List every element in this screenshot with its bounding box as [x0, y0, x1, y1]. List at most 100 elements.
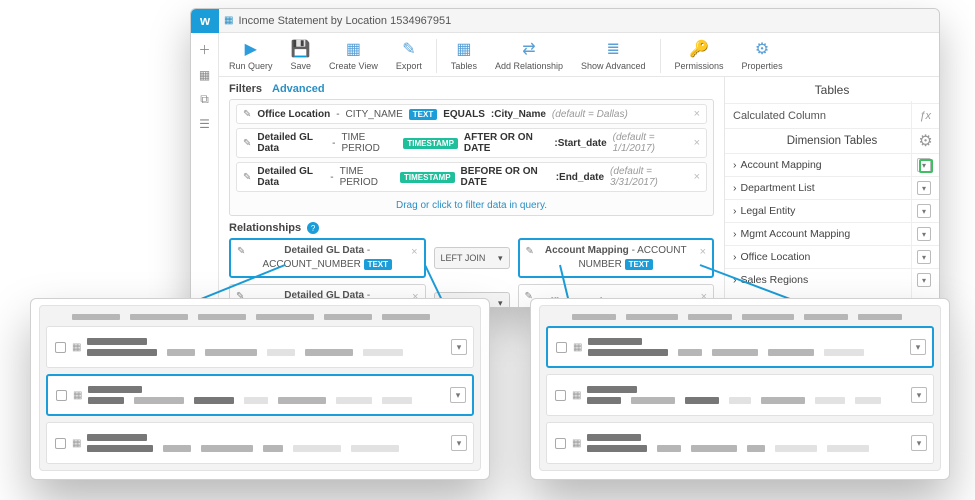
main-area: Filters Advanced ✎ Office Location-CITY_… [219, 77, 939, 307]
show-advanced-button[interactable]: ≣Show Advanced [575, 37, 652, 73]
list-icon[interactable]: ☰ [199, 117, 210, 131]
chevron-down-icon[interactable]: ▾ [911, 387, 927, 403]
table-item[interactable]: ›Sales Regions▾ [725, 268, 939, 291]
advanced-icon: ≣ [607, 39, 620, 59]
chevron-down-icon[interactable]: ▾ [910, 339, 926, 355]
relationship-right-card[interactable]: ✎ Account Mapping - ACCOUNT NUMBER TEXT … [518, 238, 715, 278]
datasource-icon: ▦ [224, 15, 233, 26]
edit-icon[interactable]: ✎ [237, 246, 245, 257]
table-item[interactable]: ›Legal Entity▾ [725, 199, 939, 222]
relationships-header: Relationships ? [229, 222, 714, 234]
filter-row[interactable]: ✎ Office Location-CITY_NAME TEXT EQUALS … [236, 104, 707, 124]
advanced-link[interactable]: Advanced [272, 83, 325, 95]
preview-panel-left: ▦ ▾ ▦ [30, 298, 490, 480]
checkbox[interactable] [556, 342, 567, 353]
table-icon: ▦ [573, 342, 582, 353]
table-icon: ▦ [572, 438, 581, 449]
play-icon: ▶ [245, 39, 257, 59]
edit-icon[interactable]: ✎ [243, 138, 251, 149]
brand-logo: w [191, 9, 219, 33]
calculated-column-button[interactable]: Calculated Column ƒx [725, 104, 939, 129]
window-title: Income Statement by Location 1534967951 [238, 15, 451, 27]
tables-icon: ▦ [456, 39, 471, 59]
filters-label: Filters [229, 83, 262, 95]
edit-icon[interactable]: ✎ [526, 246, 534, 257]
export-button[interactable]: ✎Export [390, 37, 428, 73]
filter-row[interactable]: ✎ Detailed GL Data-TIME PERIOD TIMESTAMP… [236, 162, 707, 192]
chevron-down-icon[interactable]: ▾ [451, 339, 467, 355]
gear-icon: ⚙ [755, 39, 769, 59]
edit-icon[interactable]: ✎ [243, 109, 251, 120]
table-item[interactable]: ›Account Mapping▾ [725, 153, 939, 176]
permissions-button[interactable]: 🔑Permissions [669, 37, 730, 73]
table-icon: ▦ [572, 390, 581, 401]
relationship-icon: ⇄ [522, 39, 535, 59]
save-icon: 💾 [291, 39, 311, 59]
add-icon[interactable]: ＋ [198, 41, 210, 58]
preview-header-row [46, 312, 474, 326]
table-item[interactable]: ›Department List▾ [725, 176, 939, 199]
center-pane: Filters Advanced ✎ Office Location-CITY_… [219, 77, 724, 307]
save-button[interactable]: 💾Save [285, 37, 318, 73]
tables-button[interactable]: ▦Tables [445, 37, 483, 73]
create-view-button[interactable]: ▦Create View [323, 37, 384, 73]
edit-icon[interactable]: ✎ [243, 172, 251, 183]
table-item[interactable]: ›Mgmt Account Mapping▾ [725, 222, 939, 245]
preview-row[interactable]: ▦ ▾ [546, 326, 934, 368]
properties-button[interactable]: ⚙Properties [736, 37, 789, 73]
table-icon: ▦ [72, 342, 81, 353]
preview-row[interactable]: ▦ ▾ [546, 422, 934, 464]
preview-row[interactable]: ▦ ▾ [46, 326, 474, 368]
help-icon[interactable]: ? [307, 222, 319, 234]
checkbox[interactable] [55, 342, 66, 353]
chevron-down-icon[interactable]: ▾ [911, 435, 927, 451]
copy-icon[interactable]: ⧉ [200, 92, 209, 107]
preview-panel-right: ▦ ▾ ▦ [530, 298, 950, 480]
type-pill: TEXT [409, 109, 437, 120]
chevron-down-icon[interactable]: ▾ [450, 387, 466, 403]
join-type-dropdown[interactable]: LEFT JOIN▾ [434, 247, 510, 269]
filter-row[interactable]: ✎ Detailed GL Data-TIME PERIOD TIMESTAMP… [236, 128, 707, 158]
left-rail: ＋ ▦ ⧉ ☰ [191, 33, 219, 307]
checkbox[interactable] [555, 438, 566, 449]
query-builder-window: w ▦ Income Statement by Location 1534967… [190, 8, 940, 308]
preview-row[interactable]: ▦ ▾ [46, 374, 474, 416]
filter-hint[interactable]: Drag or click to filter data in query. [236, 196, 707, 211]
checkbox[interactable] [56, 390, 67, 401]
chevron-down-icon: ▾ [498, 298, 503, 308]
checkbox[interactable] [55, 438, 66, 449]
remove-icon[interactable]: × [411, 246, 417, 258]
export-icon: ✎ [402, 39, 415, 59]
remove-icon[interactable]: × [694, 171, 700, 183]
preview-header-row [546, 312, 934, 326]
gear-icon[interactable]: ⚙ [918, 131, 932, 151]
checkbox[interactable] [555, 390, 566, 401]
run-query-button[interactable]: ▶Run Query [223, 37, 279, 73]
toolbar: ▶Run Query 💾Save ▦Create View ✎Export ▦T… [191, 33, 939, 77]
chevron-down-icon[interactable]: ▾ [451, 435, 467, 451]
type-pill: TIMESTAMP [403, 138, 458, 149]
type-pill: TIMESTAMP [400, 172, 455, 183]
filters-header: Filters Advanced [229, 83, 714, 95]
status-indicator [919, 159, 933, 173]
remove-icon[interactable]: × [700, 246, 706, 258]
tables-panel-title: Tables [725, 77, 939, 104]
dimension-tables-header: Dimension Tables [725, 129, 939, 153]
chevron-down-icon: ▾ [498, 253, 503, 264]
table-item[interactable]: ›Office Location▾ [725, 245, 939, 268]
right-strip: ⚙ [911, 101, 939, 307]
key-icon: 🔑 [689, 39, 709, 59]
grid-icon[interactable]: ▦ [199, 68, 210, 82]
remove-icon[interactable]: × [694, 137, 700, 149]
filters-box: ✎ Office Location-CITY_NAME TEXT EQUALS … [229, 99, 714, 216]
relationship-left-card[interactable]: ✎ Detailed GL Data -ACCOUNT_NUMBER TEXT … [229, 238, 426, 278]
table-icon: ▦ [72, 438, 81, 449]
preview-row[interactable]: ▦ ▾ [46, 422, 474, 464]
add-relationship-button[interactable]: ⇄Add Relationship [489, 37, 569, 73]
relationships-label: Relationships [229, 222, 301, 234]
tables-panel: Tables Calculated Column ƒx Dimension Ta… [724, 77, 939, 307]
preview-row[interactable]: ▦ ▾ [546, 374, 934, 416]
remove-icon[interactable]: × [694, 108, 700, 120]
dimension-tables-list: ›Account Mapping▾ ›Department List▾ ›Leg… [725, 153, 939, 291]
table-icon: ▦ [346, 39, 361, 59]
